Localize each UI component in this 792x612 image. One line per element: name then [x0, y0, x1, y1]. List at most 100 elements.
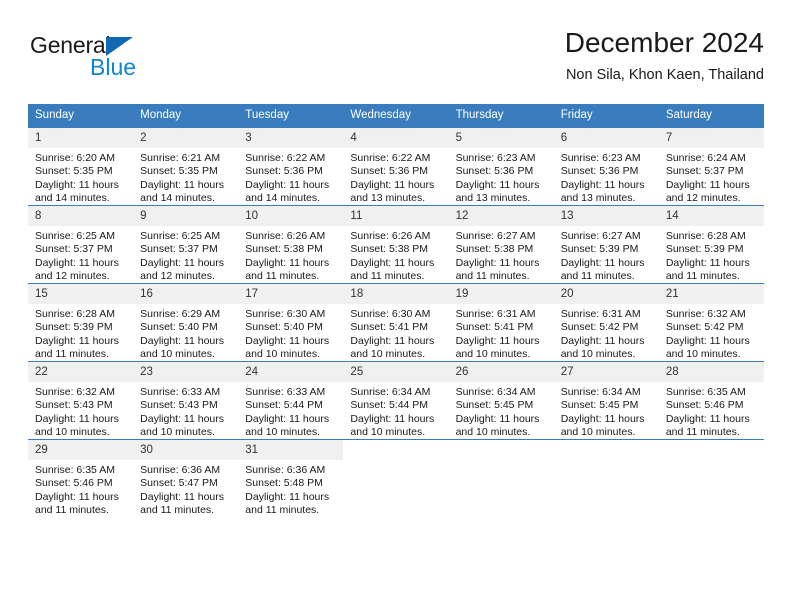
calendar-day-cell[interactable]: 8 Sunrise: 6:25 AM Sunset: 5:37 PM Daylight…: [28, 205, 134, 284]
day-number: 21: [658, 284, 764, 304]
calendar-day-cell[interactable]: 20 Sunrise: 6:31 AM Sunset: 5:42 PM Dayligh…: [553, 283, 659, 362]
sunrise-text: Sunrise: 6:32 AM: [665, 308, 746, 320]
day-number: 6: [553, 128, 659, 148]
calendar-day-cell[interactable]: 19 Sunrise: 6:31 AM Sunset: 5:41 PM Dayligh…: [448, 283, 554, 362]
weekday-header-friday: Friday: [553, 104, 659, 128]
day-details: Sunrise: 6:32 AM Sunset: 5:43 PM Daylight:…: [28, 382, 134, 439]
sunrise-text: Sunrise: 6:34 AM: [560, 386, 641, 398]
brand-logo[interactable]: General Blue: [30, 32, 200, 90]
calendar-day-cell[interactable]: 17 Sunrise: 6:30 AM Sunset: 5:40 PM Dayligh…: [238, 283, 344, 362]
day-number: 13: [553, 206, 659, 226]
sunrise-text: Sunrise: 6:34 AM: [350, 386, 431, 398]
day-number: 12: [448, 206, 554, 226]
day-details: Sunrise: 6:30 AM Sunset: 5:41 PM Daylight:…: [343, 304, 449, 361]
day-details: Sunrise: 6:36 AM Sunset: 5:48 PM Daylight:…: [238, 460, 344, 517]
calendar-day-cell[interactable]: 14 Sunrise: 6:28 AM Sunset: 5:39 PM Dayligh…: [658, 205, 764, 284]
day-number: 3: [238, 128, 344, 148]
calendar-day-cell[interactable]: 18 Sunrise: 6:30 AM Sunset: 5:41 PM Dayligh…: [343, 283, 449, 362]
day-details: Sunrise: 6:22 AM Sunset: 5:36 PM Daylight:…: [343, 148, 449, 205]
calendar-day-cell[interactable]: 15 Sunrise: 6:28 AM Sunset: 5:39 PM Dayligh…: [28, 283, 134, 362]
daylight-text-line2: and 11 minutes.: [140, 504, 215, 517]
daylight-text-line1: Daylight: 11 hours: [455, 334, 540, 347]
calendar-day-cell[interactable]: 23 Sunrise: 6:33 AM Sunset: 5:43 PM Dayligh…: [133, 361, 239, 440]
sunrise-text: Sunrise: 6:26 AM: [245, 230, 326, 242]
sunset-text: Sunset: 5:37 PM: [665, 165, 744, 178]
daylight-text-line1: Daylight: 11 hours: [350, 256, 435, 269]
weekday-header-tuesday: Tuesday: [238, 104, 344, 128]
sunset-text: Sunset: 5:40 PM: [245, 321, 323, 334]
calendar-day-cell[interactable]: 7 Sunrise: 6:24 AM Sunset: 5:37 PM Daylight…: [658, 127, 764, 206]
daylight-text-line2: and 10 minutes.: [140, 426, 215, 439]
calendar-body: 1 Sunrise: 6:20 AM Sunset: 5:35 PM Daylight…: [28, 127, 764, 517]
calendar-day-cell[interactable]: 16 Sunrise: 6:29 AM Sunset: 5:40 PM Dayligh…: [133, 283, 239, 362]
sunset-text: Sunset: 5:48 PM: [245, 477, 323, 490]
title-block: December 2024 Non Sila, Khon Kaen, Thail…: [565, 26, 764, 86]
sunset-text: Sunset: 5:36 PM: [350, 165, 429, 178]
sunset-text: Sunset: 5:37 PM: [140, 243, 218, 256]
calendar-day-cell[interactable]: 12 Sunrise: 6:27 AM Sunset: 5:38 PM Dayligh…: [448, 205, 554, 284]
calendar-day-cell[interactable]: 24 Sunrise: 6:33 AM Sunset: 5:44 PM Dayligh…: [238, 361, 344, 440]
calendar-day-cell[interactable]: 31 Sunrise: 6:36 AM Sunset: 5:48 PM Dayligh…: [238, 439, 344, 517]
calendar-day-cell[interactable]: 11 Sunrise: 6:26 AM Sunset: 5:38 PM Dayligh…: [343, 205, 449, 284]
calendar-day-cell[interactable]: 28 Sunrise: 6:35 AM Sunset: 5:46 PM Dayligh…: [658, 361, 764, 440]
daylight-text-line1: Daylight: 11 hours: [560, 412, 645, 425]
sunset-text: Sunset: 5:36 PM: [245, 165, 323, 178]
sunrise-text: Sunrise: 6:35 AM: [35, 464, 115, 476]
sunset-text: Sunset: 5:39 PM: [665, 243, 744, 256]
daylight-text-line1: Daylight: 11 hours: [245, 334, 330, 347]
page-subtitle: Non Sila, Khon Kaen, Thailand: [565, 67, 764, 83]
calendar-day-cell[interactable]: 21 Sunrise: 6:32 AM Sunset: 5:42 PM Dayligh…: [658, 283, 764, 362]
calendar-day-cell[interactable]: 3 Sunrise: 6:22 AM Sunset: 5:36 PM Daylight…: [238, 127, 344, 206]
day-number: 17: [238, 284, 344, 304]
weekday-header-thursday: Thursday: [448, 104, 554, 128]
sunrise-text: Sunrise: 6:23 AM: [455, 152, 536, 164]
calendar-day-cell[interactable]: 4 Sunrise: 6:22 AM Sunset: 5:36 PM Daylight…: [343, 127, 449, 206]
calendar-day-cell[interactable]: 30 Sunrise: 6:36 AM Sunset: 5:47 PM Dayligh…: [133, 439, 239, 517]
sunset-text: Sunset: 5:36 PM: [560, 165, 639, 178]
sunset-text: Sunset: 5:40 PM: [140, 321, 218, 334]
calendar-day-cell[interactable]: 29 Sunrise: 6:35 AM Sunset: 5:46 PM Dayligh…: [28, 439, 134, 517]
weekday-header-monday: Monday: [133, 104, 239, 128]
daylight-text-line1: Daylight: 11 hours: [350, 178, 435, 191]
day-details: Sunrise: 6:23 AM Sunset: 5:36 PM Daylight:…: [553, 148, 659, 205]
day-details: Sunrise: 6:25 AM Sunset: 5:37 PM Daylight:…: [28, 226, 134, 283]
calendar-day-cell[interactable]: 9 Sunrise: 6:25 AM Sunset: 5:37 PM Daylight…: [133, 205, 239, 284]
daylight-text-line1: Daylight: 11 hours: [665, 178, 750, 191]
day-details: Sunrise: 6:28 AM Sunset: 5:39 PM Daylight:…: [28, 304, 134, 361]
sunrise-text: Sunrise: 6:31 AM: [455, 308, 536, 320]
sunrise-text: Sunrise: 6:35 AM: [665, 386, 746, 398]
calendar-day-cell[interactable]: 1 Sunrise: 6:20 AM Sunset: 5:35 PM Daylight…: [28, 127, 134, 206]
daylight-text-line1: Daylight: 11 hours: [140, 256, 224, 269]
daylight-text-line1: Daylight: 11 hours: [140, 334, 224, 347]
daylight-text-line2: and 11 minutes.: [35, 504, 109, 517]
calendar-day-cell[interactable]: 26 Sunrise: 6:34 AM Sunset: 5:45 PM Dayligh…: [448, 361, 554, 440]
calendar-day-cell[interactable]: 10 Sunrise: 6:26 AM Sunset: 5:38 PM Dayligh…: [238, 205, 344, 284]
calendar-day-cell[interactable]: 13 Sunrise: 6:27 AM Sunset: 5:39 PM Dayligh…: [553, 205, 659, 284]
calendar-grid: Sunday Monday Tuesday Wednesday Thursday…: [28, 104, 764, 517]
sunset-text: Sunset: 5:42 PM: [560, 321, 639, 334]
calendar-day-cell[interactable]: 5 Sunrise: 6:23 AM Sunset: 5:36 PM Daylight…: [448, 127, 554, 206]
day-number: 27: [553, 362, 659, 382]
sunrise-text: Sunrise: 6:22 AM: [245, 152, 326, 164]
day-details: Sunrise: 6:35 AM Sunset: 5:46 PM Daylight:…: [658, 382, 764, 439]
sunrise-text: Sunrise: 6:21 AM: [140, 152, 221, 164]
calendar-day-cell[interactable]: 25 Sunrise: 6:34 AM Sunset: 5:44 PM Dayligh…: [343, 361, 449, 440]
sunset-text: Sunset: 5:39 PM: [560, 243, 639, 256]
calendar-day-cell[interactable]: 27 Sunrise: 6:34 AM Sunset: 5:45 PM Dayligh…: [553, 361, 659, 440]
daylight-text-line1: Daylight: 11 hours: [560, 256, 645, 269]
calendar-day-cell[interactable]: 6 Sunrise: 6:23 AM Sunset: 5:36 PM Daylight…: [553, 127, 659, 206]
calendar-day-cell[interactable]: 2 Sunrise: 6:21 AM Sunset: 5:35 PM Daylight…: [133, 127, 239, 206]
calendar-day-cell[interactable]: 22 Sunrise: 6:32 AM Sunset: 5:43 PM Dayligh…: [28, 361, 134, 440]
day-details: Sunrise: 6:35 AM Sunset: 5:46 PM Daylight:…: [28, 460, 134, 517]
daylight-text-line2: and 13 minutes.: [560, 192, 636, 205]
day-number: 14: [658, 206, 764, 226]
day-details: Sunrise: 6:21 AM Sunset: 5:35 PM Daylight:…: [133, 148, 239, 205]
daylight-text-line1: Daylight: 11 hours: [455, 412, 540, 425]
calendar-week-row: 8 Sunrise: 6:25 AM Sunset: 5:37 PM Daylight…: [28, 205, 764, 284]
day-number: 11: [343, 206, 449, 226]
day-details: Sunrise: 6:26 AM Sunset: 5:38 PM Daylight:…: [343, 226, 449, 283]
daylight-text-line2: and 11 minutes.: [665, 426, 740, 439]
daylight-text-line2: and 10 minutes.: [245, 348, 320, 361]
sunset-text: Sunset: 5:41 PM: [350, 321, 429, 334]
day-number: 30: [133, 440, 239, 460]
